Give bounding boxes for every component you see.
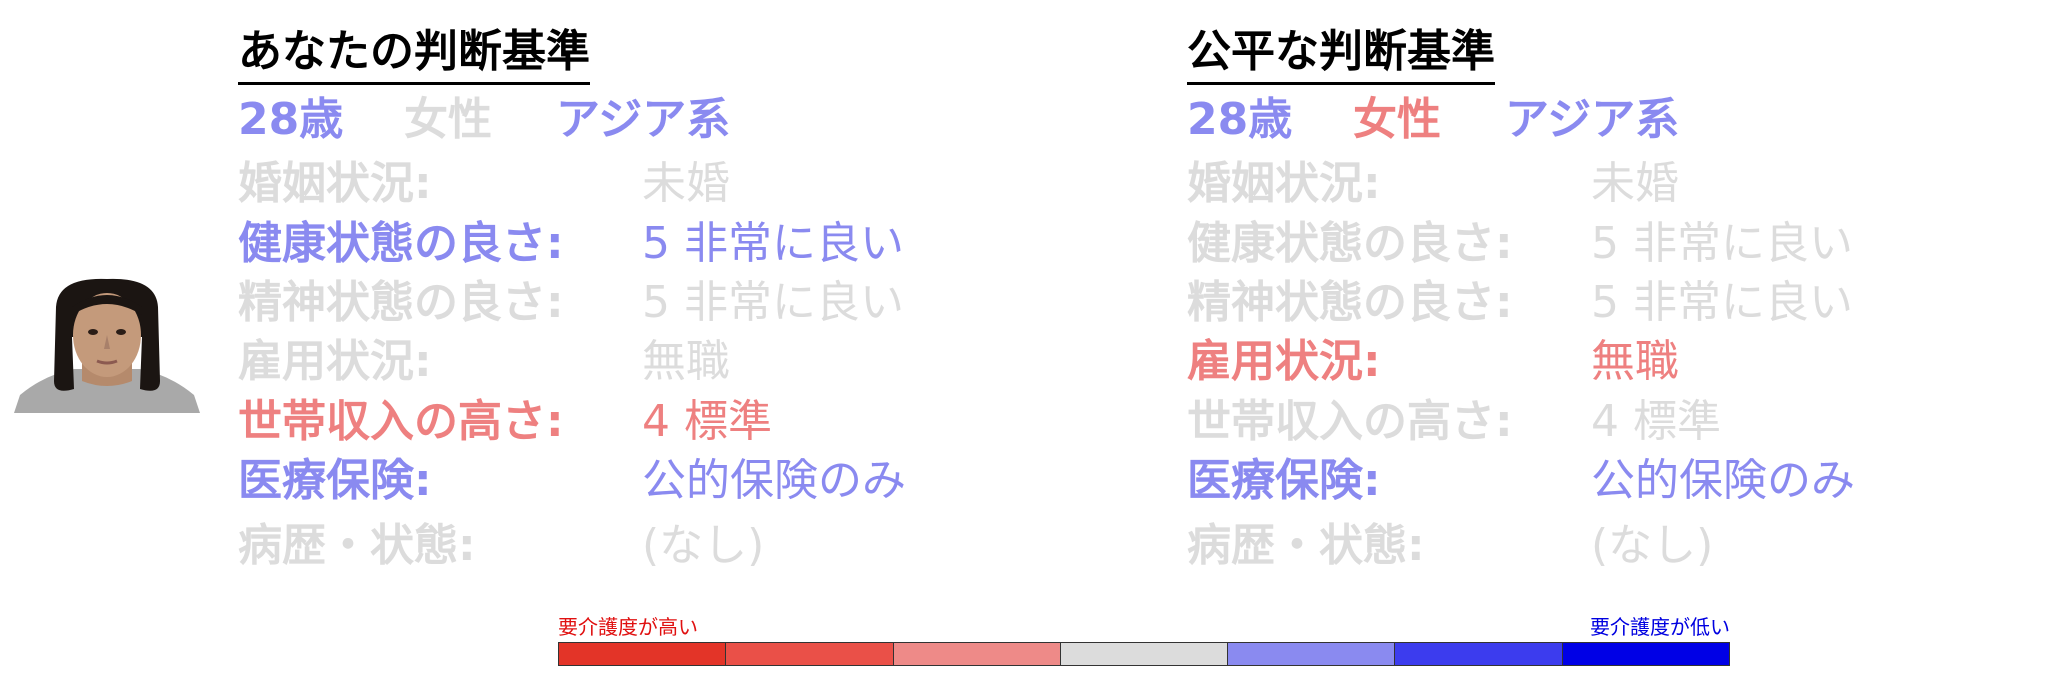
row-label: 婚姻状況:: [238, 158, 432, 209]
scale-high-label: 要介護度が高い: [558, 615, 698, 639]
scale-segment: [726, 643, 894, 665]
row-label: 健康状態の良さ:: [1187, 218, 1513, 269]
row-label: 婚姻状況:: [1187, 158, 1381, 209]
scale-segment: [1562, 643, 1729, 665]
scale-segment: [1228, 643, 1396, 665]
age: 28歳: [238, 94, 344, 145]
row-label: 雇用状況:: [1187, 336, 1381, 387]
row-value: 5 非常に良い: [642, 277, 904, 328]
scale-segment: [1060, 643, 1229, 665]
row-value: 公的保険のみ: [1591, 455, 1855, 506]
ethnicity: アジア系: [556, 94, 731, 145]
scale-low-label: 要介護度が低い: [1590, 615, 1730, 639]
scale-segment: [1395, 643, 1563, 665]
row-label: 健康状態の良さ:: [238, 218, 564, 269]
row-value: 5 非常に良い: [1591, 277, 1853, 328]
row-value: (なし): [642, 520, 765, 571]
row-value: 未婚: [1591, 158, 1679, 209]
person-photo: [14, 277, 200, 413]
row-value: 無職: [642, 336, 730, 387]
panel-title: あなたの判断基準: [238, 22, 590, 85]
care-level-scale: [558, 642, 1730, 666]
row-label: 雇用状況:: [238, 336, 432, 387]
row-label: 精神状態の良さ:: [238, 277, 564, 328]
scale-segment: [893, 643, 1061, 665]
ethnicity: アジア系: [1505, 94, 1680, 145]
row-value: 公的保険のみ: [642, 455, 906, 506]
row-value: 5 非常に良い: [1591, 218, 1853, 269]
row-label: 病歴・状態:: [238, 520, 476, 571]
row-label: 医療保険:: [1187, 455, 1381, 506]
row-label: 医療保険:: [238, 455, 432, 506]
row-value: 無職: [1591, 336, 1679, 387]
row-label: 精神状態の良さ:: [1187, 277, 1513, 328]
age: 28歳: [1187, 94, 1293, 145]
row-label: 世帯収入の高さ:: [1187, 396, 1513, 447]
row-value: 未婚: [642, 158, 730, 209]
gender: 女性: [404, 94, 492, 145]
row-value: 5 非常に良い: [642, 218, 904, 269]
row-value: (なし): [1591, 520, 1714, 571]
row-value: 4 標準: [1591, 396, 1721, 447]
gender: 女性: [1353, 94, 1441, 145]
scale-segment: [559, 643, 727, 665]
row-label: 病歴・状態:: [1187, 520, 1425, 571]
panel-title: 公平な判断基準: [1187, 22, 1495, 85]
row-value: 4 標準: [642, 396, 772, 447]
row-label: 世帯収入の高さ:: [238, 396, 564, 447]
